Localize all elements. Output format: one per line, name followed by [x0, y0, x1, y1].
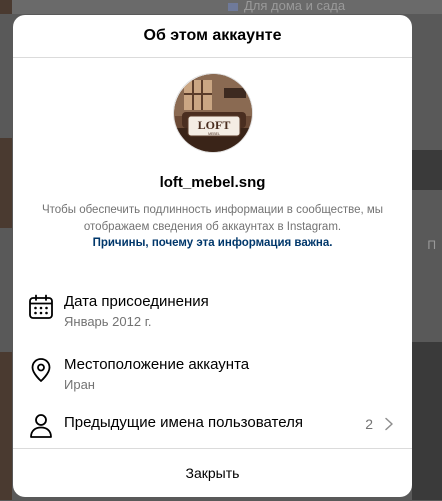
- why-info-important-link[interactable]: Причины, почему эта информация важна.: [13, 237, 412, 249]
- background-tile: [0, 138, 12, 228]
- join-date-row: Дата присоединения Январь 2012 г.: [27, 293, 399, 333]
- join-date-label: Дата присоединения: [64, 293, 209, 310]
- background-category-text: Для дома и сада: [228, 0, 345, 13]
- account-info-description: Чтобы обеспечить подлинность информации …: [41, 204, 384, 233]
- loft-mebel-logo: LOFT MEBEL: [174, 74, 252, 152]
- join-date-value: Январь 2012 г.: [64, 314, 152, 329]
- background-top-strip: [0, 0, 442, 14]
- chevron-right-icon: [385, 417, 393, 431]
- background-tile: [0, 0, 12, 14]
- background-tile: [0, 352, 12, 500]
- flag-icon: [228, 2, 238, 11]
- former-usernames-row[interactable]: Предыдущие имена пользователя 2: [27, 411, 399, 439]
- logo-text: LOFT: [198, 118, 231, 132]
- account-location-row: Местоположение аккаунта Иран: [27, 356, 399, 396]
- user-icon: [30, 414, 52, 438]
- calendar-icon: [29, 294, 53, 319]
- former-usernames-count: 2: [365, 416, 373, 432]
- logo-subtext: MEBEL: [208, 132, 220, 136]
- account-info-dialog: Об этом аккаунте LOFT MEBEL loft_mebel.s…: [13, 15, 412, 497]
- close-button[interactable]: Закрыть: [13, 448, 412, 497]
- location-pin-icon: [31, 358, 51, 382]
- account-location-label: Местоположение аккаунта: [64, 356, 250, 373]
- avatar: LOFT MEBEL: [173, 73, 253, 153]
- former-usernames-label: Предыдущие имена пользователя: [64, 414, 303, 431]
- background-tile: [412, 342, 442, 500]
- account-location-value: Иран: [64, 377, 95, 392]
- background-text: П: [427, 238, 436, 252]
- background-tile: [412, 150, 442, 190]
- username: loft_mebel.sng: [159, 174, 266, 191]
- dialog-title: Об этом аккаунте: [13, 15, 412, 58]
